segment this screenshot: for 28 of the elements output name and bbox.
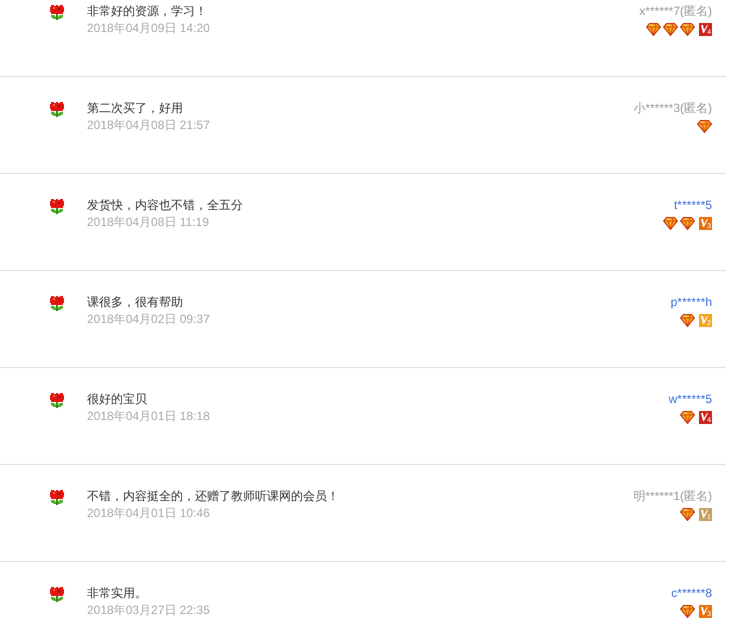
flower-icon	[48, 3, 66, 21]
review-date: 2018年04月08日 21:57	[87, 117, 211, 134]
reviewer-name[interactable]: c******8	[671, 585, 712, 602]
flower-icon	[48, 294, 66, 312]
flower-icon	[48, 100, 66, 118]
review-date: 2018年04月09日 14:20	[87, 20, 211, 37]
review-text: 第二次买了，好用	[87, 100, 184, 117]
reviewer-name[interactable]: p******h	[670, 294, 712, 311]
review-date: 2018年04月01日 18:18	[87, 408, 211, 425]
review-date: 2018年03月27日 22:35	[87, 602, 211, 619]
review-text: 课很多，很有帮助	[87, 294, 184, 311]
reviewer-name: 小******3(匿名)	[633, 100, 712, 117]
review-date: 2018年04月08日 11:19	[87, 214, 210, 231]
review-text: 非常实用。	[87, 585, 148, 602]
flower-icon	[48, 488, 66, 506]
flower-icon	[48, 197, 66, 215]
flower-icon	[48, 585, 66, 603]
review-text: 不错，内容挺全的，还赠了教师听课网的会员！	[87, 488, 340, 505]
review-text: 发货快，内容也不错，全五分	[87, 197, 244, 214]
reviewer-name[interactable]: t******5	[674, 197, 712, 214]
reviewer-name: x******7(匿名)	[639, 3, 712, 20]
reviewer-name: 明******1(匿名)	[633, 488, 712, 505]
review-text: 很好的宝贝	[87, 391, 148, 408]
review-date: 2018年04月02日 09:37	[87, 311, 211, 328]
flower-icon	[48, 391, 66, 409]
review-date: 2018年04月01日 10:46	[87, 505, 211, 522]
reviewer-name[interactable]: w******5	[668, 391, 712, 408]
review-text: 非常好的资源，学习！	[87, 3, 208, 20]
